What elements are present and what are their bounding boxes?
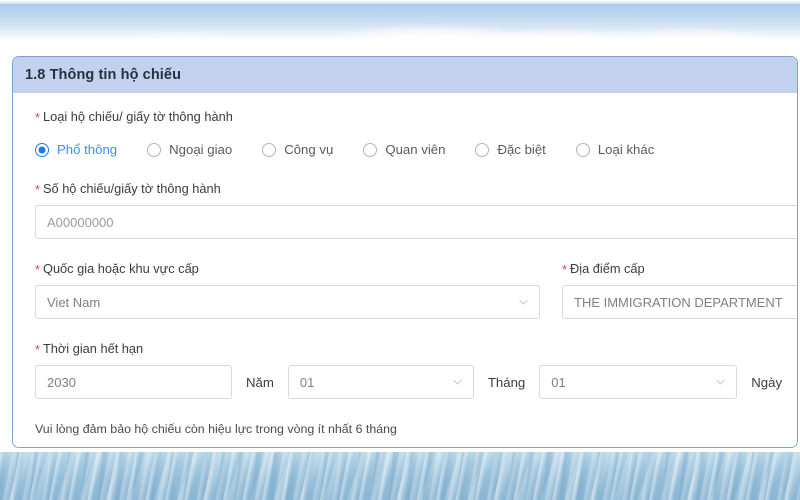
expiry-month-select[interactable]: 01	[287, 365, 474, 399]
radio-indicator-icon	[363, 142, 378, 157]
required-asterisk: *	[35, 110, 40, 125]
passport-number-label: * Số hộ chiếu/giấy tờ thông hành	[35, 181, 797, 197]
issuing-place-label-text: Địa điểm cấp	[569, 261, 645, 276]
water-background-banner	[0, 452, 800, 500]
passport-validity-note: Vui lòng đảm bảo hộ chiếu còn hiệu lực t…	[35, 422, 397, 436]
issuing-country-value: Viet Nam	[47, 294, 101, 310]
radio-label: Phổ thông	[57, 142, 118, 157]
radio-indicator-icon	[147, 142, 162, 157]
chevron-down-icon	[715, 377, 726, 388]
card-header-title: 1.8 Thông tin hộ chiếu	[25, 67, 182, 83]
expiry-label-text: Thời gian hết hạn	[42, 341, 144, 356]
radio-passport-type-ngoai-giao[interactable]: Ngoại giao	[147, 142, 232, 157]
expiry-year-unit-label: Năm	[246, 374, 274, 390]
card-header: 1.8 Thông tin hộ chiếu	[13, 57, 797, 93]
required-asterisk: *	[35, 342, 40, 357]
expiry-year-value: 2030	[47, 374, 76, 390]
required-asterisk: *	[35, 182, 40, 197]
passport-type-label: * Loại hộ chiếu/ giấy tờ thông hành	[35, 109, 797, 125]
radio-label: Loại khác	[597, 142, 655, 157]
radio-indicator-icon	[35, 142, 49, 157]
passport-number-label-text: Số hộ chiếu/giấy tờ thông hành	[42, 181, 221, 196]
card-body: * Loại hộ chiếu/ giấy tờ thông hành Phổ t…	[13, 93, 797, 447]
expiry-date-row: 2030 Năm 01 Tháng 01 Ngày	[35, 365, 797, 399]
passport-number-input[interactable]: A00000000	[35, 205, 797, 239]
issuing-row: * Quốc gia hoặc khu vực cấp Viet Nam * Địa…	[35, 261, 797, 319]
expiry-month-unit-label: Tháng	[487, 374, 526, 390]
issuing-place-label: * Địa điểm cấp	[562, 261, 797, 277]
radio-label: Ngoại giao	[169, 142, 233, 157]
issuing-place-value: THE IMMIGRATION DEPARTMENT	[574, 294, 783, 310]
radio-passport-type-dac-biet[interactable]: Đặc biệt	[475, 142, 546, 157]
passport-type-label-text: Loại hộ chiếu/ giấy tờ thông hành	[42, 109, 233, 124]
radio-indicator-icon	[475, 142, 490, 157]
expiry-month-value: 01	[299, 374, 315, 390]
issuing-place-input[interactable]: THE IMMIGRATION DEPARTMENT	[562, 285, 797, 319]
expiry-day-select[interactable]: 01	[539, 365, 738, 399]
passport-number-placeholder: A00000000	[47, 214, 114, 230]
passport-type-radio-group: Phổ thông Ngoại giao Công vụ Quan viên Đ…	[35, 142, 797, 157]
required-asterisk: *	[35, 262, 40, 277]
radio-indicator-icon	[575, 142, 590, 157]
issuing-country-label: * Quốc gia hoặc khu vực cấp	[35, 261, 548, 277]
expiry-day-value: 01	[551, 374, 566, 390]
issuing-place-field: * Địa điểm cấp THE IMMIGRATION DEPARTMENT	[562, 261, 797, 319]
chevron-down-icon	[518, 297, 529, 308]
expiry-day-unit-label: Ngày	[751, 374, 783, 390]
expiry-year-input[interactable]: 2030	[35, 365, 232, 399]
sky-top-edge	[0, 0, 800, 4]
required-asterisk: *	[562, 262, 567, 277]
radio-passport-type-loai-khac[interactable]: Loại khác	[575, 142, 655, 157]
radio-label: Đặc biệt	[497, 142, 546, 157]
expiry-label: * Thời gian hết hạn	[35, 341, 797, 357]
sky-background-banner	[0, 0, 800, 40]
chevron-down-icon	[452, 377, 463, 388]
radio-passport-type-cong-vu[interactable]: Công vụ	[262, 142, 333, 157]
issuing-country-label-text: Quốc gia hoặc khu vực cấp	[42, 261, 199, 276]
issuing-country-select[interactable]: Viet Nam	[35, 285, 540, 319]
issuing-country-field: * Quốc gia hoặc khu vực cấp Viet Nam	[35, 261, 548, 319]
radio-label: Công vụ	[284, 142, 334, 157]
passport-info-card: 1.8 Thông tin hộ chiếu * Loại hộ chiếu/ g…	[12, 56, 798, 448]
radio-indicator-icon	[262, 142, 277, 157]
radio-passport-type-pho-thong[interactable]: Phổ thông	[35, 142, 117, 157]
radio-passport-type-quan-vien[interactable]: Quan viên	[363, 142, 445, 157]
radio-label: Quan viên	[385, 142, 446, 157]
